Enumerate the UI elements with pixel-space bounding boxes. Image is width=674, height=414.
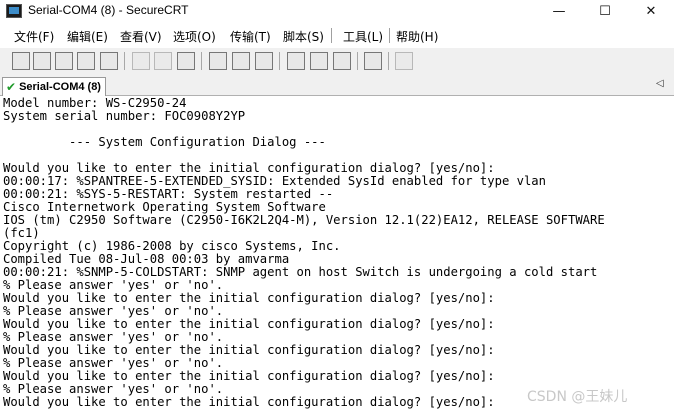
terminal-line: System serial number: FOC0908Y2YP <box>3 109 246 123</box>
menu-file[interactable]: 文件(F) <box>14 28 54 45</box>
maximize-button[interactable]: ☐ <box>582 0 628 22</box>
toolbar <box>0 48 674 74</box>
session-tab-label: Serial-COM4 (8) <box>19 81 101 93</box>
terminal-line: Would you like to enter the initial conf… <box>3 395 495 409</box>
session-tab[interactable]: ✔ Serial-COM4 (8) <box>2 77 106 96</box>
minimize-button[interactable]: — <box>536 0 582 22</box>
print-selection-icon[interactable] <box>255 52 273 70</box>
terminal-line: --- System Configuration Dialog --- <box>3 135 326 149</box>
toolbar-separator <box>201 52 202 70</box>
quick-connect-icon[interactable] <box>33 52 51 70</box>
session-tab-bar: ✔ Serial-COM4 (8) ◁ <box>0 74 674 96</box>
menu-bar: 文件(F) 编辑(E) 查看(V) 选项(O) 传输(T) 脚本(S) 工具(L… <box>0 25 674 46</box>
connect-icon[interactable] <box>12 52 30 70</box>
find-icon[interactable] <box>177 52 195 70</box>
title-bar: Serial-COM4 (8) - SecureCRT — ☐ ✕ <box>0 0 674 22</box>
tab-scroll-left-icon[interactable]: ◁ <box>656 78 664 89</box>
securecrt-app-icon <box>6 4 22 18</box>
terminal-line: IOS (tm) C2950 Software (C2950-I6K2L2Q4-… <box>3 213 605 227</box>
menu-view[interactable]: 查看(V) <box>120 28 162 45</box>
toolbar-separator <box>388 52 389 70</box>
menu-script[interactable]: 脚本(S) <box>283 28 324 45</box>
menu-tools[interactable]: 工具(L) <box>343 28 383 45</box>
terminal-output[interactable]: Model number: WS-C2950-24 System serial … <box>0 96 674 414</box>
menu-separator <box>389 28 390 43</box>
window-title: Serial-COM4 (8) - SecureCRT <box>28 3 189 17</box>
print-setup-icon[interactable] <box>232 52 250 70</box>
disconnect-icon[interactable] <box>100 52 118 70</box>
global-options-icon[interactable] <box>310 52 328 70</box>
toolbar-separator <box>279 52 280 70</box>
menu-transfer[interactable]: 传输(T) <box>230 28 271 45</box>
connect-tab-icon[interactable] <box>55 52 73 70</box>
menu-options[interactable]: 选项(O) <box>173 28 216 45</box>
watermark-text: CSDN @王妹儿 <box>527 389 628 405</box>
session-options-icon[interactable] <box>287 52 305 70</box>
help-icon[interactable] <box>364 52 382 70</box>
menu-edit[interactable]: 编辑(E) <box>67 28 108 45</box>
about-icon[interactable] <box>395 52 413 70</box>
close-button[interactable]: ✕ <box>628 0 674 22</box>
connected-check-icon: ✔ <box>6 80 17 94</box>
copy-icon[interactable] <box>132 52 150 70</box>
menu-help[interactable]: 帮助(H) <box>396 28 438 45</box>
print-icon[interactable] <box>209 52 227 70</box>
paste-icon[interactable] <box>154 52 172 70</box>
menu-separator <box>331 28 332 43</box>
keymap-icon[interactable] <box>333 52 351 70</box>
toolbar-separator <box>124 52 125 70</box>
reconnect-icon[interactable] <box>77 52 95 70</box>
toolbar-separator <box>357 52 358 70</box>
